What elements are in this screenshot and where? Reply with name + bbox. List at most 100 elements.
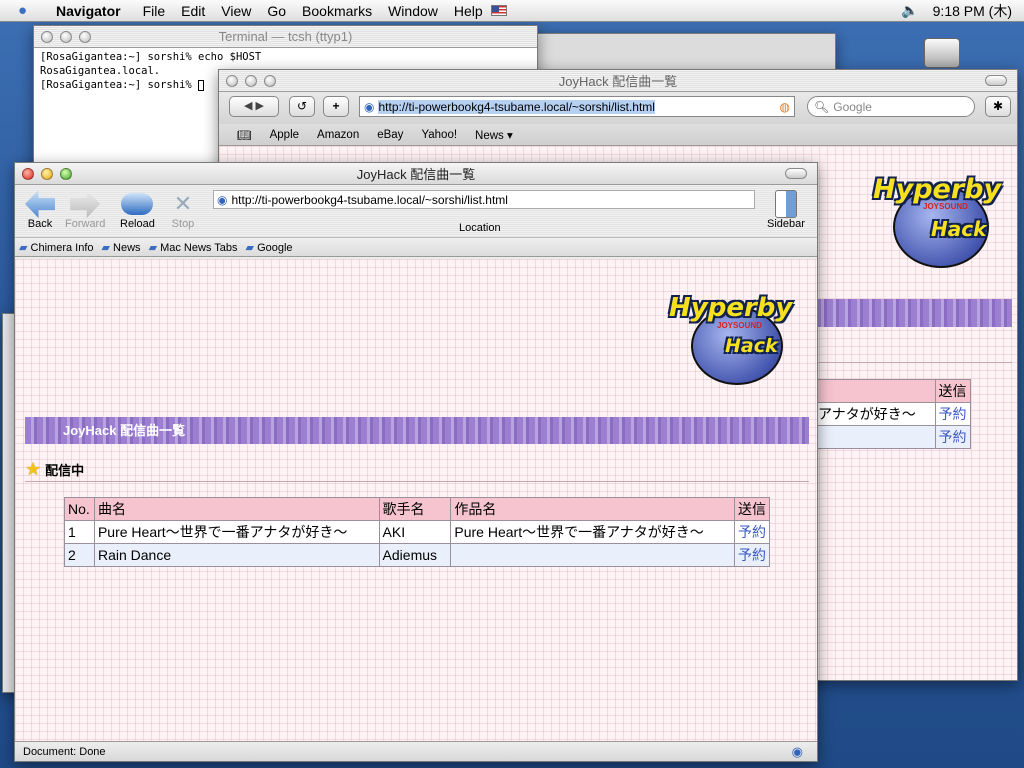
chimera-status-bar: Document: Done ◉ <box>15 741 817 761</box>
safari-minimize-button[interactable] <box>245 74 257 87</box>
reserve-link[interactable]: 予約 <box>939 406 967 422</box>
menu-help[interactable]: Help <box>454 3 483 19</box>
bookmark-amazon[interactable]: Amazon <box>317 129 359 141</box>
menu-file[interactable]: File <box>143 3 166 19</box>
table-header-work: 作品名 <box>450 497 735 521</box>
bookmark-ebay[interactable]: eBay <box>377 129 403 141</box>
safari-close-button[interactable] <box>226 74 238 87</box>
safari-zoom-button[interactable] <box>264 74 276 87</box>
menu-bar: ● Navigator File Edit View Go Bookmarks … <box>0 0 1024 22</box>
safari-toolbar-toggle[interactable] <box>985 75 1007 86</box>
sidebar-icon <box>774 190 797 218</box>
hard-drive-icon[interactable] <box>924 38 960 68</box>
chimera-content[interactable]: Hyperby JOYSOUND Hack JoyHack 配信曲一覧 ★ 配信… <box>15 259 817 743</box>
table-header-artist: 歌手名 <box>378 497 452 521</box>
logo-text-joysound: JOYSOUND <box>717 321 762 330</box>
safari-titlebar[interactable]: JoyHack 配信曲一覧 <box>219 70 1017 92</box>
menu-app-navigator[interactable]: Navigator <box>56 3 121 19</box>
snapback-icon[interactable]: ◍ <box>780 100 790 114</box>
table-row: 2 Rain Dance Adiemus 予約 <box>64 543 770 567</box>
bookmark-icon: ▰ <box>101 241 110 254</box>
search-icon: 🔍︎ <box>814 99 830 114</box>
page-banner: JoyHack 配信曲一覧 <box>25 417 809 444</box>
menu-edit[interactable]: Edit <box>181 3 205 19</box>
chimera-titlebar[interactable]: JoyHack 配信曲一覧 <box>15 163 817 185</box>
terminal-minimize-button[interactable] <box>60 30 72 43</box>
terminal-line: [RosaGigantea:~] sorshi% echo $HOST <box>40 51 262 63</box>
reserve-link[interactable]: 予約 <box>738 524 766 540</box>
bookmark-yahoo[interactable]: Yahoo! <box>421 129 457 141</box>
table-cell: 予約 <box>934 402 971 426</box>
reload-button[interactable]: Reload <box>120 190 155 230</box>
chimera-minimize-button[interactable] <box>41 167 53 180</box>
reload-icon <box>121 193 154 215</box>
row-work <box>450 543 735 567</box>
menu-window[interactable]: Window <box>388 3 438 19</box>
bug-report-button[interactable]: ✱ <box>985 96 1011 117</box>
bookmark-news[interactable]: News ▾ <box>475 128 513 142</box>
input-menu-flag-icon[interactable] <box>490 5 507 16</box>
apple-menu-icon[interactable]: ● <box>18 2 38 19</box>
bookmark-icon: ▰ <box>148 241 158 254</box>
forward-button: Forward <box>65 190 105 230</box>
bookmark-chimera-info[interactable]: ▰ Chimera Info <box>19 241 94 254</box>
safari-search-field[interactable]: 🔍︎ Google <box>807 96 975 117</box>
bookmark-google[interactable]: ▰ Google <box>246 241 293 254</box>
chimera-title: JoyHack 配信曲一覧 <box>356 167 476 182</box>
back-arrow-icon <box>25 190 55 218</box>
safari-reload-button[interactable]: ↺ <box>289 96 315 117</box>
globe-icon: ◉ <box>364 99 375 114</box>
safari-hr <box>815 362 1012 363</box>
safari-banner <box>815 299 1012 327</box>
back-button[interactable]: Back <box>25 190 55 230</box>
bookmark-mac-news-tabs[interactable]: ▰ Mac News Tabs <box>149 241 238 254</box>
row-action: 予約 <box>734 520 770 544</box>
table-header-song: 曲名 <box>93 497 380 521</box>
row-artist: AKI <box>378 520 452 544</box>
row-no: 1 <box>64 520 95 544</box>
chimera-close-button[interactable] <box>22 167 34 180</box>
table-header-row: No. 曲名 歌手名 作品名 送信 <box>64 497 770 521</box>
logo-text-hack: Hack <box>725 335 778 357</box>
table-cell <box>815 379 936 403</box>
volume-icon[interactable]: 🔈 <box>901 2 918 19</box>
terminal-titlebar[interactable]: Terminal — tcsh (ttyp1) <box>34 26 537 48</box>
reserve-link[interactable]: 予約 <box>939 429 967 445</box>
bookmark-icon: ▰ <box>245 241 254 254</box>
safari-add-bookmark-button[interactable]: + <box>323 96 349 117</box>
menu-view[interactable]: View <box>221 3 251 19</box>
menu-clock[interactable]: 9:18 PM (木) <box>933 1 1012 21</box>
terminal-zoom-button[interactable] <box>79 30 91 43</box>
table-header-no: No. <box>64 497 95 521</box>
terminal-close-button[interactable] <box>41 30 53 43</box>
bookmark-apple[interactable]: Apple <box>270 129 299 141</box>
security-globe-icon: ◉ <box>791 743 803 759</box>
table-cell <box>815 425 936 449</box>
section-heading: ★ 配信中 <box>25 459 84 480</box>
safari-address-field[interactable]: ◉ http://ti-powerbookg4-tsubame.local/~s… <box>359 96 795 117</box>
row-no: 2 <box>64 543 95 567</box>
stop-icon: ✕ <box>173 191 193 216</box>
safari-back-forward-button[interactable]: ◀ ▶ <box>229 96 279 117</box>
chimera-bookmarks-bar: ▰ Chimera Info ▰ News ▰ Mac News Tabs ▰ … <box>15 237 817 257</box>
terminal-cursor <box>198 79 205 91</box>
safari-logo: Hyperby JOYSOUND Hack <box>869 168 1009 268</box>
book-icon[interactable]: 📖︎ <box>237 128 252 142</box>
chimera-url-field[interactable]: ◉ http://ti-powerbookg4-tsubame.local/~s… <box>213 190 755 209</box>
logo-text-hyperby: Hyperby <box>873 174 1002 205</box>
chimera-toolbar-toggle[interactable] <box>785 168 807 179</box>
chimera-zoom-button[interactable] <box>60 167 72 180</box>
row-work: Pure Heart〜世界で一番アナタが好き〜 <box>450 520 735 544</box>
menu-bookmarks[interactable]: Bookmarks <box>302 3 372 19</box>
logo-text-hack: Hack <box>931 217 987 241</box>
menu-go[interactable]: Go <box>267 3 286 19</box>
chimera-toolbar: Back Forward Reload ✕ Stop ◉ http://ti-po… <box>15 185 817 237</box>
star-icon: ★ <box>25 459 42 479</box>
page-banner-title: JoyHack 配信曲一覧 <box>63 423 186 438</box>
logo-text-joysound: JOYSOUND <box>923 202 968 211</box>
forward-arrow-icon <box>70 190 101 218</box>
reserve-link[interactable]: 予約 <box>738 547 766 563</box>
globe-icon: ◉ <box>217 192 228 207</box>
sidebar-button[interactable]: Sidebar <box>767 190 805 230</box>
bookmark-news[interactable]: ▰ News <box>102 241 141 254</box>
